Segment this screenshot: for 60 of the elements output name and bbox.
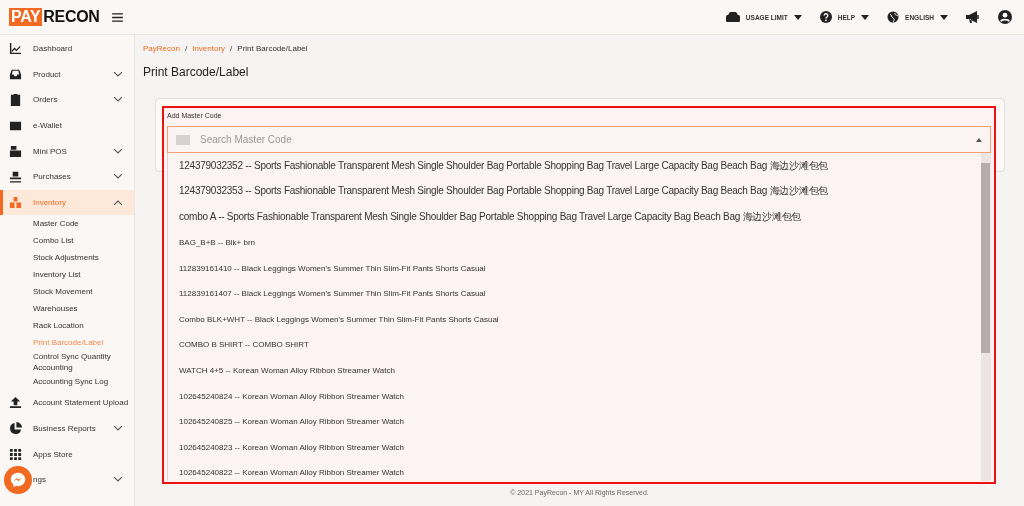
dropdown-option[interactable]: 112839161410 -- Black Leggings Women's Summer Thin Slim-Fit Pants Shorts Casual: [179, 255, 981, 281]
sidebar-subitem[interactable]: Stock Adjustments: [0, 249, 134, 267]
cash-register-icon: [9, 144, 22, 158]
caret-icon: [861, 14, 870, 20]
logo: PAY RECON: [9, 8, 100, 26]
dropdown-option[interactable]: BAG_B+B -- Blk+ brn: [179, 229, 981, 256]
tray-icon: [9, 67, 22, 81]
dropdown-option[interactable]: 124379032353 -- Sports Fashionable Transparent Mesh Single Shoulder Bag Portable Shopping Bag Travel Large Capacity Bag Beach Bag 海边沙滩包包: [179, 178, 981, 205]
clipboard-icon: [9, 93, 22, 107]
caret-icon: [940, 14, 948, 20]
globe-icon: [887, 11, 900, 23]
sidebar-item[interactable]: Purchases: [0, 163, 134, 190]
sidebar-item[interactable]: Orders: [0, 87, 134, 113]
dropdown-option[interactable]: 124379032352 -- Sports Fashionable Transparent Mesh Single Shoulder Bag Portable Shopping Bag Travel Large Capacity Bag Beach Bag 海边沙滩包包: [179, 153, 981, 179]
boxes-icon: [9, 195, 22, 209]
sidebar-item[interactable]: Apps Store: [0, 441, 134, 467]
dropdown-option[interactable]: COMBO B SHIRT -- COMBO SHIRT: [179, 332, 981, 358]
sidebar-subitem[interactable]: Stock Movement: [0, 283, 134, 301]
dropdown-option[interactable]: 112839161407 -- Black Leggings Women's Summer Thin Slim-Fit Pants Shorts Casual: [179, 280, 981, 307]
sidebar-subitem[interactable]: Rack Location: [0, 317, 134, 335]
sidebar-subitem[interactable]: Inventory List: [0, 266, 134, 284]
dropdown-option[interactable]: 102645240825 -- Korean Woman Alloy Ribbon Streamer Watch: [179, 408, 981, 435]
sidebar-item[interactable]: Business Reports: [0, 415, 134, 442]
scrollbar[interactable]: [981, 153, 991, 481]
dropdown-option[interactable]: 102645240824 -- Korean Woman Alloy Ribbon Streamer Watch: [179, 383, 981, 409]
menu-icon[interactable]: [112, 12, 123, 22]
page-title: Print Barcode/Label: [143, 65, 250, 79]
search-input[interactable]: Search Master Code: [198, 133, 968, 146]
dropdown-option[interactable]: 102645240823 -- Korean Woman Alloy Ribbon Streamer Watch: [179, 434, 981, 461]
caret-icon: [976, 137, 982, 142]
megaphone-icon[interactable]: [966, 11, 980, 23]
upload-icon: [9, 396, 22, 410]
dropdown-option[interactable]: WATCH 4+5 -- Korean Woman Alloy Ribbon Streamer Watch: [179, 357, 981, 384]
sidebar-subitem[interactable]: Combo List: [0, 232, 134, 250]
sidebar-subitem[interactable]: Control Sync Quantity Accounting: [0, 351, 134, 374]
sidebar-item[interactable]: Mini POS: [0, 138, 134, 164]
sidebar-item[interactable]: e-Wallet: [0, 112, 134, 139]
messenger-icon: [10, 472, 26, 488]
dropdown-option[interactable]: 102645240822 -- Korean Woman Alloy Ribbon Streamer Watch: [179, 460, 981, 481]
sidebar-item[interactable]: Account Statement Upload: [0, 390, 134, 416]
wallet-icon: [9, 119, 22, 133]
pallet-icon: [9, 170, 22, 184]
sidebar-subitem[interactable]: Master Code: [0, 215, 134, 233]
user-avatar-icon[interactable]: [998, 10, 1012, 24]
breadcrumb-separator: /: [230, 44, 233, 53]
breadcrumb-separator: /: [184, 44, 188, 53]
pie-chart-icon: [9, 422, 22, 436]
sidebar-subitem[interactable]: Accounting Sync Log: [0, 373, 134, 391]
sidebar-subitem[interactable]: Warehouses: [0, 300, 134, 318]
sidebar-item[interactable]: Product: [0, 61, 134, 88]
master-code-search-field[interactable]: Search Master Code: [167, 126, 991, 153]
caret-icon: [793, 14, 802, 20]
dropdown-option[interactable]: combo A -- Sports Fashionable Transparent Mesh Single Shoulder Bag Portable Shopping Bag Travel Large Capacity Bag Beach Bag 海边沙滩包包: [179, 204, 981, 230]
dropdown-option[interactable]: Combo BLK+WHT -- Black Leggings Women's Summer Thin Slim-Fit Pants Shorts Casual: [179, 306, 981, 333]
help-icon: [819, 11, 832, 23]
grid-icon: [9, 447, 22, 461]
chart-icon: [9, 42, 22, 56]
drive-icon: [725, 12, 740, 22]
breadcrumb-current: Print Barcode/Label: [237, 44, 308, 53]
sidebar-item[interactable]: Dashboard: [0, 36, 134, 62]
